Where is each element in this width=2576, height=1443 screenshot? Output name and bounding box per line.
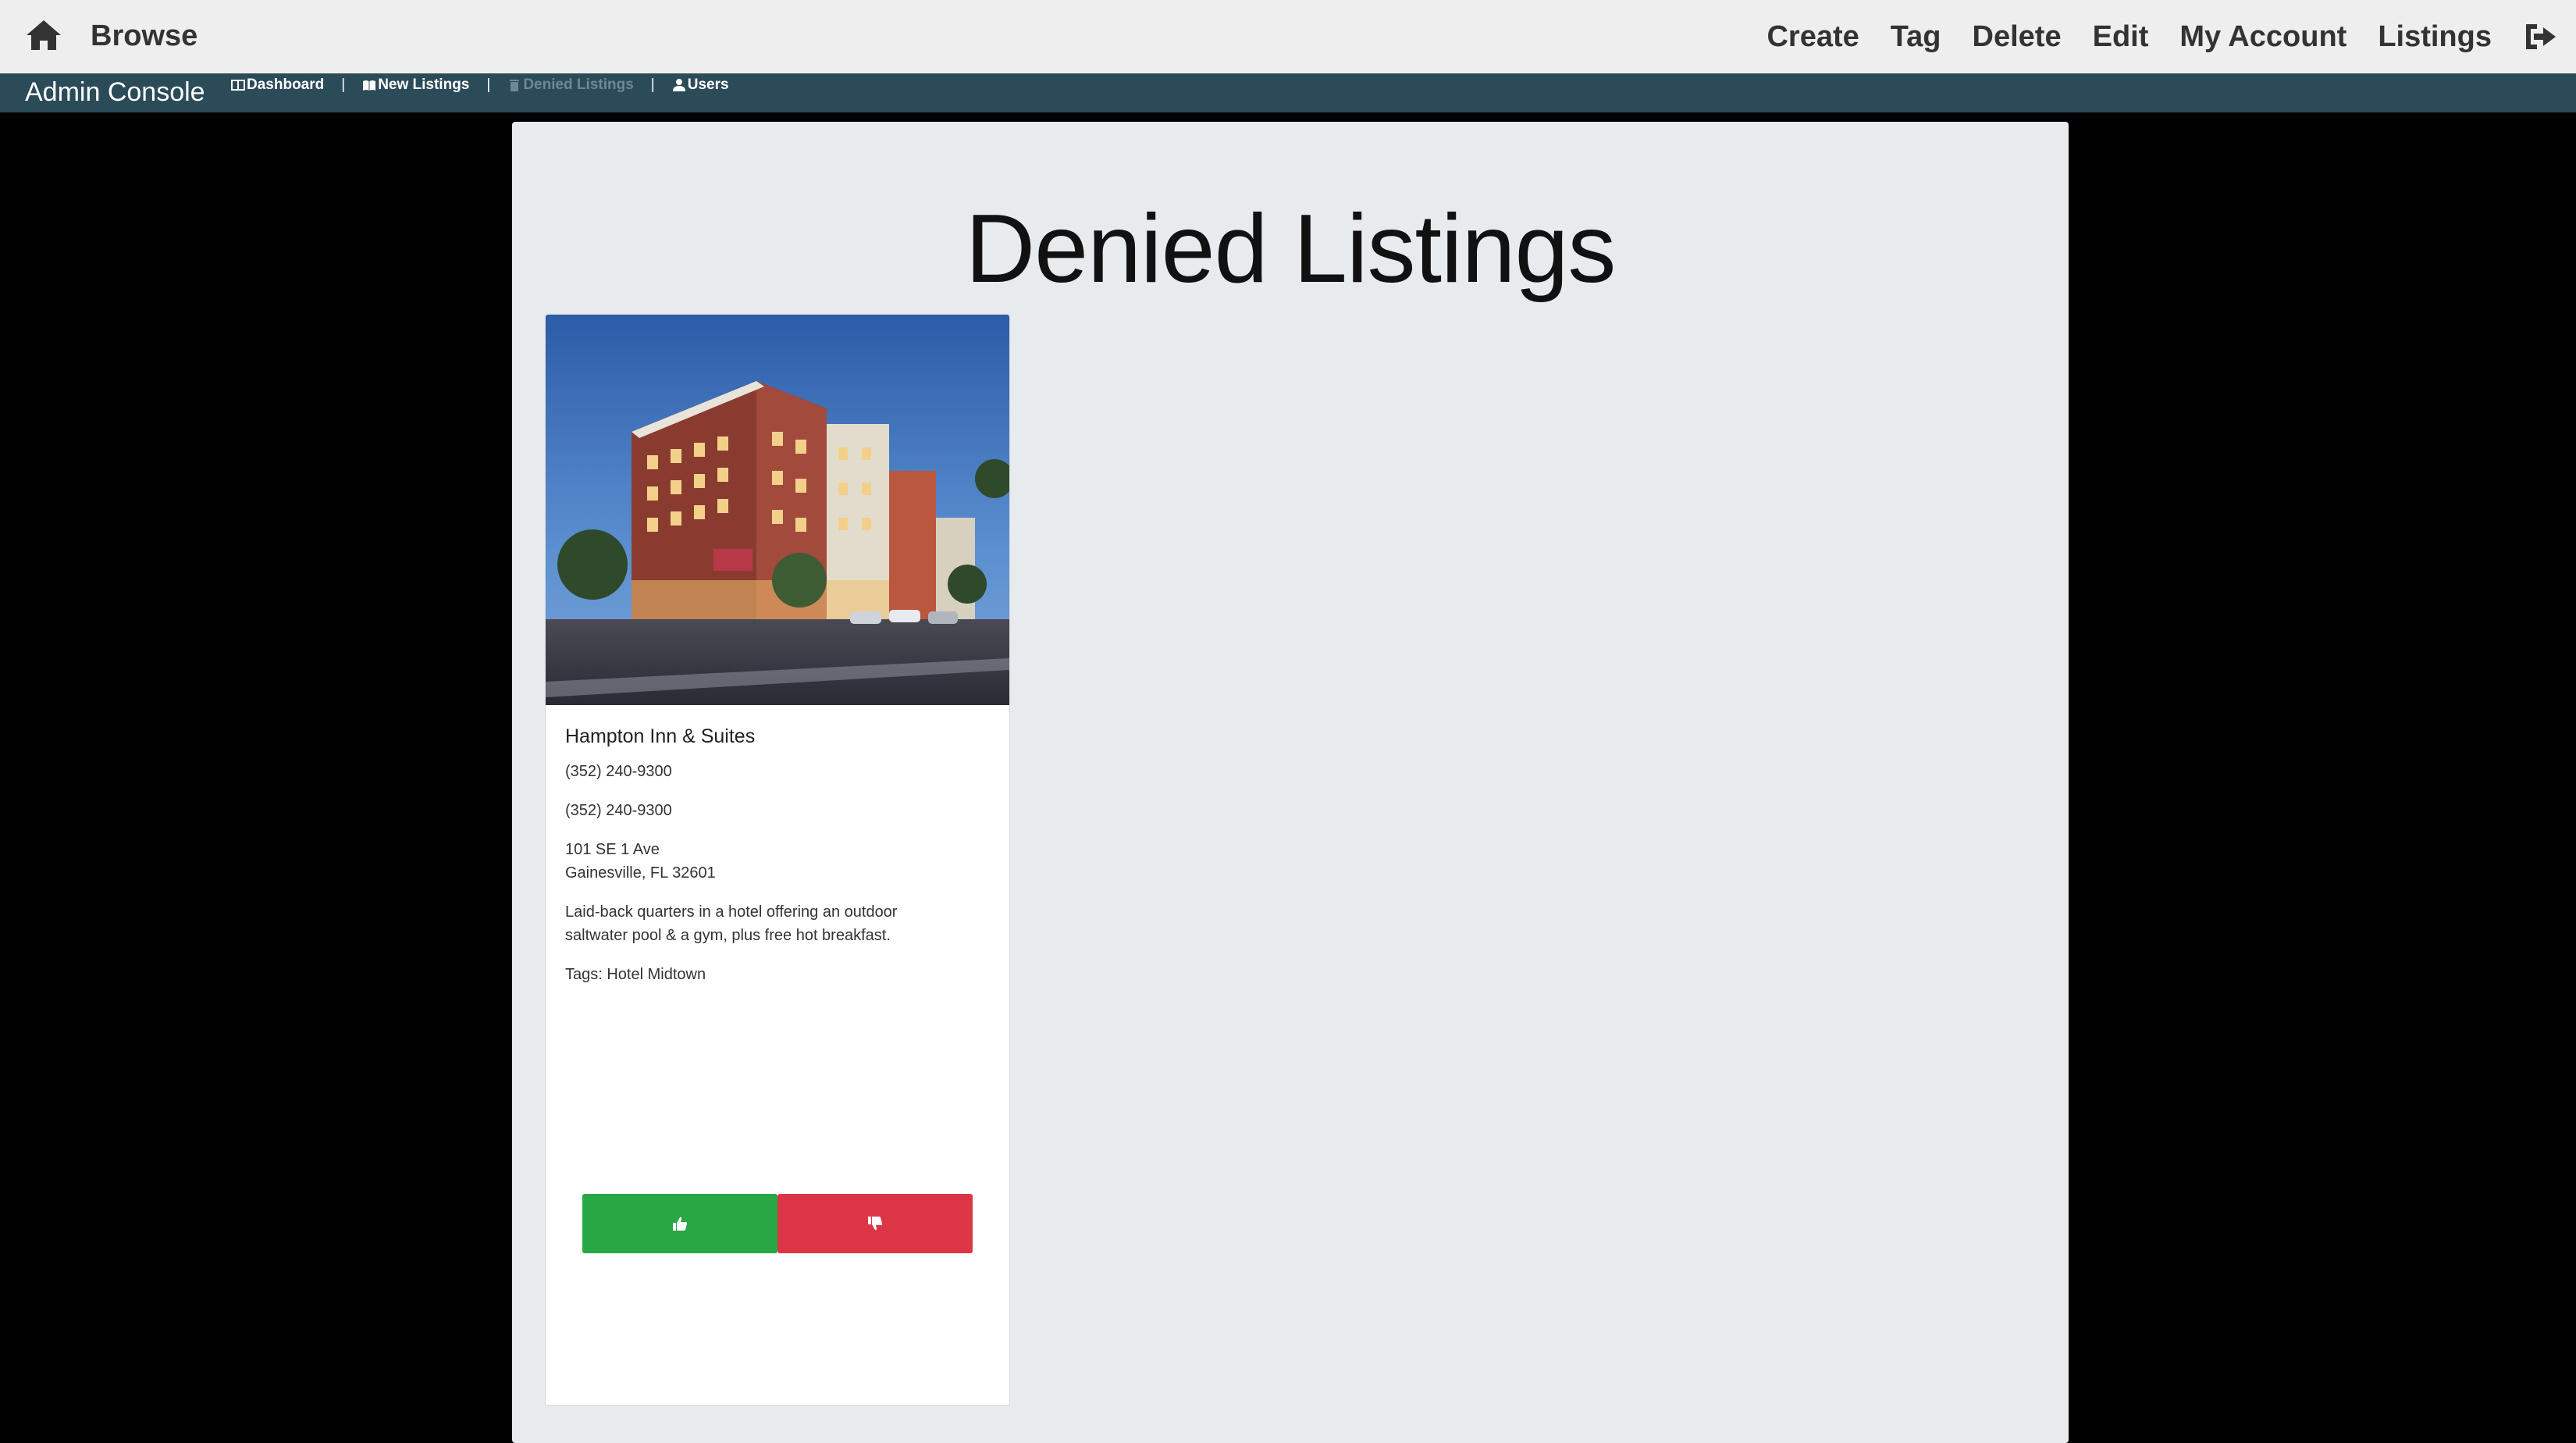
nav-delete[interactable]: Delete [1973, 1, 2062, 73]
listing-tags: Tags: Hotel Midtown [565, 966, 706, 983]
listing-actions [582, 1194, 973, 1253]
nav-tag[interactable]: Tag [1891, 1, 1941, 73]
page-title: Denied Listings [965, 195, 1617, 303]
admin-link-new-listings[interactable]: New Listings [362, 73, 469, 97]
admin-link-label: Dashboard [247, 77, 325, 93]
top-navbar: Browse Create Tag Delete Edit My Account… [0, 0, 2576, 73]
admin-console-title: Admin Console [25, 77, 205, 107]
nav-listings[interactable]: Listings [2378, 1, 2492, 73]
hotel-photo-image [546, 315, 1009, 705]
book-open-icon [363, 80, 376, 91]
listing-address-line1: 101 SE 1 Ave [565, 841, 660, 858]
main-panel: Denied Listings Hampton Inn & Suites (35… [512, 122, 2069, 1443]
admin-bar: Admin Console Dashboard | New Listings |… [0, 73, 2576, 112]
listing-card: Hampton Inn & Suites (352) 240-9300 (352… [545, 314, 1010, 1406]
thumbs-down-icon [868, 1217, 883, 1231]
nav-edit[interactable]: Edit [2093, 1, 2149, 73]
listing-details: Hampton Inn & Suites (352) 240-9300 (352… [565, 724, 991, 986]
separator: | [650, 77, 655, 93]
browse-link[interactable]: Browse [91, 0, 197, 73]
approve-button[interactable] [582, 1194, 777, 1253]
listing-photo [546, 315, 1009, 705]
listing-address-line2: Gainesville, FL 32601 [565, 864, 716, 882]
thumbs-up-icon [673, 1217, 688, 1231]
logout-icon[interactable] [2523, 21, 2557, 52]
admin-link-dashboard[interactable]: Dashboard [231, 73, 324, 97]
admin-link-label: New Listings [378, 77, 470, 93]
home-icon[interactable] [25, 19, 62, 52]
listing-phone: (352) 240-9300 [565, 763, 672, 780]
admin-link-denied-listings[interactable]: Denied Listings [507, 73, 634, 97]
listing-name: Hampton Inn & Suites [565, 725, 756, 747]
listing-description-line1: Laid-back quarters in a hotel offering a… [565, 903, 898, 921]
admin-nav: Dashboard | New Listings | Denied Listin… [231, 73, 729, 97]
admin-link-label: Denied Listings [523, 77, 634, 93]
listing-description-line2: saltwater pool & a gym, plus free hot br… [565, 927, 891, 944]
separator: | [486, 77, 491, 93]
admin-link-label: Users [687, 77, 729, 93]
deny-button[interactable] [777, 1194, 973, 1253]
columns-icon [231, 80, 245, 91]
nav-create[interactable]: Create [1767, 1, 1859, 73]
user-icon [672, 79, 685, 91]
nav-my-account[interactable]: My Account [2179, 1, 2347, 73]
admin-link-users[interactable]: Users [672, 73, 729, 97]
main-nav: Create Tag Delete Edit My Account Listin… [1767, 0, 2557, 73]
separator: | [341, 77, 346, 93]
listing-phone-secondary: (352) 240-9300 [565, 802, 672, 819]
trash-icon [510, 80, 520, 91]
